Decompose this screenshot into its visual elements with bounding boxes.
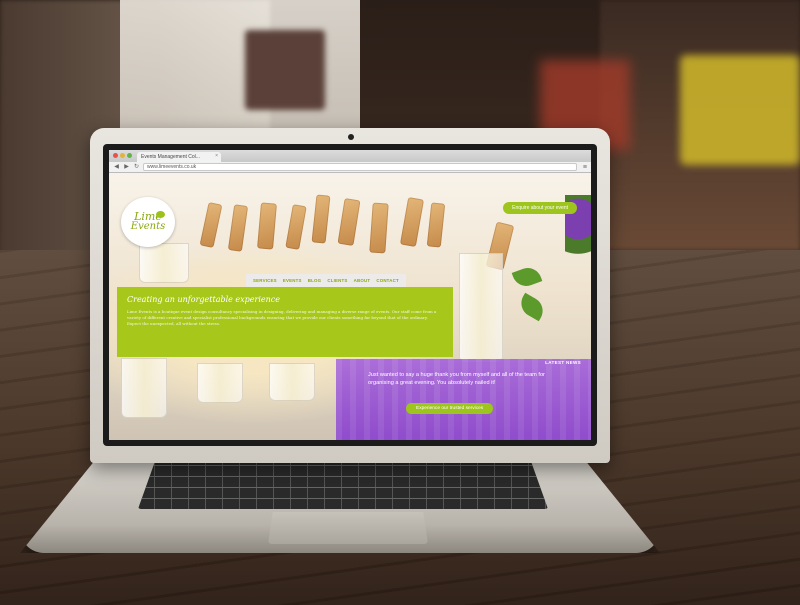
latest-news-label: LATEST NEWS bbox=[545, 360, 581, 365]
window-controls bbox=[113, 153, 132, 158]
minimize-window-icon[interactable] bbox=[120, 153, 125, 158]
laptop-trackpad bbox=[268, 512, 428, 544]
testimonial-quote: Just wanted to say a huge thank you from… bbox=[368, 372, 545, 386]
dessert-glass bbox=[269, 363, 315, 401]
biscotti bbox=[311, 194, 331, 244]
intro-panel: Creating an unforgettable experience Lim… bbox=[117, 287, 453, 357]
nav-events[interactable]: EVENTS bbox=[283, 278, 302, 283]
website-page: Lime Events Enquire about your event SER… bbox=[109, 173, 591, 440]
laptop-lid: Events Management Col... × ◀ ▶ ↻ www.lim… bbox=[90, 128, 610, 463]
browser-tab[interactable]: Events Management Col... × bbox=[137, 152, 221, 162]
biscotti bbox=[199, 202, 223, 248]
dessert-glass bbox=[197, 363, 243, 403]
biscotti bbox=[369, 202, 389, 254]
leaf bbox=[516, 292, 548, 322]
services-button[interactable]: Experience our trusted services bbox=[406, 403, 494, 414]
biscotti bbox=[257, 202, 277, 250]
lime-events-logo[interactable]: Lime Events bbox=[121, 197, 175, 247]
address-bar[interactable]: www.limeevents.co.uk bbox=[143, 163, 577, 171]
webcam bbox=[348, 134, 354, 140]
background-chair bbox=[245, 30, 325, 110]
biscotti bbox=[399, 196, 425, 248]
nav-services[interactable]: SERVICES bbox=[253, 278, 277, 283]
forward-icon[interactable]: ▶ bbox=[123, 162, 130, 173]
biscotti bbox=[426, 202, 446, 248]
main-nav: SERVICES EVENTS BLOG CLIENTS ABOUT CONTA… bbox=[246, 274, 406, 287]
browser-tab-bar: Events Management Col... × bbox=[109, 150, 591, 162]
screen-bezel: Events Management Col... × ◀ ▶ ↻ www.lim… bbox=[103, 144, 597, 446]
latest-news-panel: LATEST NEWS Just wanted to say a huge th… bbox=[336, 359, 591, 440]
nav-blog[interactable]: BLOG bbox=[308, 278, 321, 283]
tab-close-icon[interactable]: × bbox=[215, 153, 218, 159]
nav-contact[interactable]: CONTACT bbox=[376, 278, 399, 283]
browser-toolbar: ◀ ▶ ↻ www.limeevents.co.uk ≡ bbox=[109, 162, 591, 173]
browser-window: Events Management Col... × ◀ ▶ ↻ www.lim… bbox=[109, 150, 591, 440]
tab-title: Events Management Col... bbox=[141, 154, 200, 160]
nav-about[interactable]: ABOUT bbox=[354, 278, 371, 283]
close-window-icon[interactable] bbox=[113, 153, 118, 158]
biscotti bbox=[285, 204, 307, 250]
leaf bbox=[511, 264, 543, 290]
intro-body: Lime Events is a boutique event design c… bbox=[127, 309, 437, 326]
browser-menu-icon[interactable]: ≡ bbox=[583, 162, 587, 173]
lime-fruit-icon bbox=[156, 211, 165, 218]
back-icon[interactable]: ◀ bbox=[113, 162, 120, 173]
background-yellow-sofa bbox=[680, 55, 800, 165]
maximize-window-icon[interactable] bbox=[127, 153, 132, 158]
biscotti bbox=[337, 198, 361, 246]
intro-title: Creating an unforgettable experience bbox=[127, 295, 281, 304]
dessert-glass bbox=[139, 243, 189, 283]
laptop-keyboard bbox=[138, 463, 548, 509]
biscotti bbox=[227, 204, 249, 252]
reload-icon[interactable]: ↻ bbox=[133, 162, 140, 173]
nav-clients[interactable]: CLIENTS bbox=[327, 278, 347, 283]
logo-text-events: Events bbox=[130, 221, 166, 232]
dessert-glass bbox=[459, 253, 503, 363]
dessert-glass bbox=[121, 358, 167, 418]
enquire-button[interactable]: Enquire about your event bbox=[503, 202, 577, 214]
